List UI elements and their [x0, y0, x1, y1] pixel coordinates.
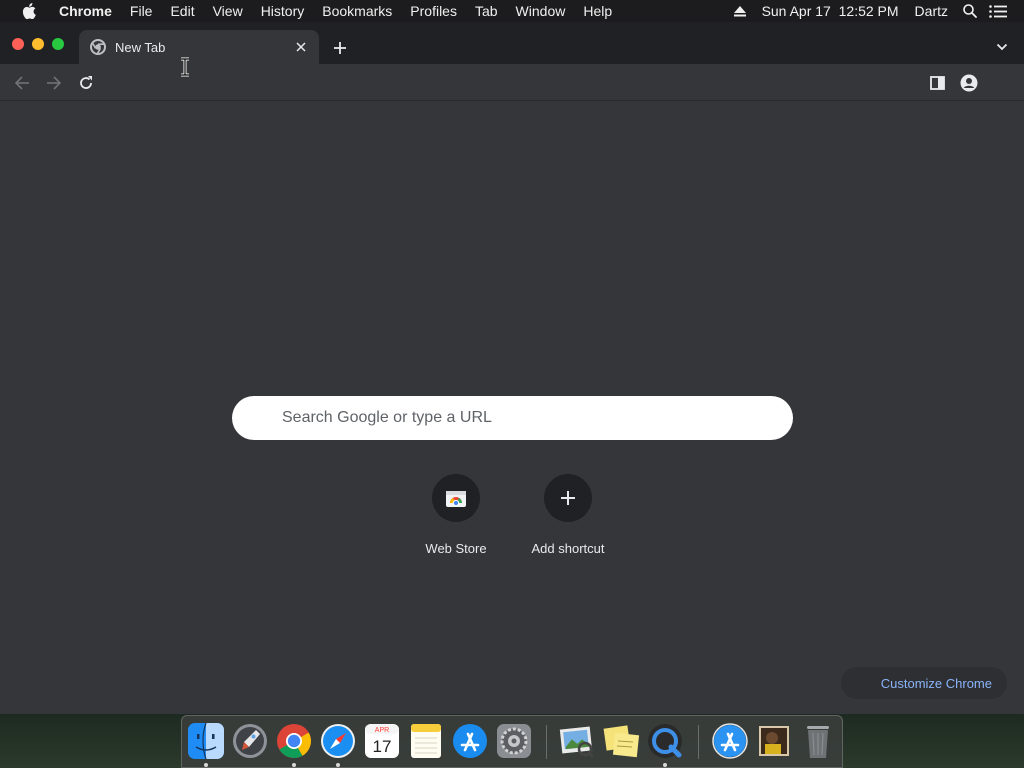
calendar-month: APR [375, 727, 389, 734]
menu-profiles[interactable]: Profiles [401, 3, 466, 19]
search-input[interactable] [282, 396, 772, 440]
chevron-down-icon [996, 43, 1008, 51]
menu-edit[interactable]: Edit [161, 3, 203, 19]
window-zoom-button[interactable] [52, 38, 64, 50]
back-button[interactable] [10, 72, 34, 94]
menu-bar: Chrome File Edit View History Bookmarks … [0, 0, 1024, 22]
customize-chrome-button[interactable]: Customize Chrome [840, 667, 1007, 699]
apple-logo-icon[interactable] [18, 3, 40, 19]
menu-window[interactable]: Window [507, 3, 575, 19]
calendar-icon[interactable]: APR 17 [363, 722, 401, 760]
downloads-stack-icon[interactable] [711, 722, 749, 760]
shortcut-tile[interactable] [544, 474, 592, 522]
menu-history[interactable]: History [252, 3, 314, 19]
plus-icon [334, 42, 346, 54]
menu-view[interactable]: View [204, 3, 252, 19]
menu-help[interactable]: Help [574, 3, 621, 19]
finder-icon[interactable] [187, 722, 225, 760]
notes-icon[interactable] [407, 722, 445, 760]
shortcut-label: Add shortcut [531, 541, 605, 556]
profile-icon [960, 74, 978, 92]
eject-icon[interactable] [726, 5, 754, 17]
window-minimize-button[interactable] [32, 38, 44, 50]
back-arrow-icon [14, 76, 29, 90]
chrome-icon [90, 39, 106, 55]
customize-chrome-label: Customize Chrome [880, 675, 992, 691]
spotlight-search-icon[interactable] [956, 4, 984, 18]
search-box[interactable] [232, 396, 793, 440]
tab-strip: New Tab [0, 22, 1024, 64]
preview-icon[interactable] [558, 722, 596, 760]
browser-toolbar [0, 64, 1024, 101]
plus-icon [561, 491, 575, 505]
menu-app-name[interactable]: Chrome [50, 3, 121, 19]
running-indicator [663, 763, 667, 767]
menubar-user[interactable]: Dartz [907, 3, 956, 19]
new-tab-page: Web Store Add shortcut Customize Chrome [0, 102, 1024, 714]
forward-arrow-icon [47, 76, 62, 90]
notification-center-icon[interactable] [984, 4, 1012, 18]
tab-title: New Tab [115, 39, 166, 55]
close-tab-icon[interactable] [292, 38, 310, 56]
dock-separator [698, 725, 699, 759]
shortcut-label: Web Store [425, 541, 487, 556]
running-indicator [204, 763, 208, 767]
launchpad-icon[interactable] [231, 722, 269, 760]
tab-search-button[interactable] [994, 39, 1010, 55]
google-chrome-icon[interactable] [275, 722, 313, 760]
profile-button[interactable] [957, 72, 981, 94]
shortcut-tile[interactable] [432, 474, 480, 522]
window-close-button[interactable] [12, 38, 24, 50]
reload-button[interactable] [74, 72, 98, 94]
tab-new-tab[interactable]: New Tab [79, 30, 319, 64]
web-store-icon [446, 491, 466, 507]
safari-icon[interactable] [319, 722, 357, 760]
shortcut-web-store[interactable]: Web Store [400, 474, 512, 556]
side-panel-icon [929, 76, 945, 90]
app-store-icon[interactable] [451, 722, 489, 760]
forward-button[interactable] [42, 72, 66, 94]
menu-file[interactable]: File [121, 3, 162, 19]
side-panel-button[interactable] [925, 72, 949, 94]
stickies-icon[interactable] [602, 722, 640, 760]
running-indicator [292, 763, 296, 767]
new-tab-button[interactable] [330, 38, 350, 58]
chrome-window: New Tab Search Google or type a URL Web … [0, 22, 1024, 714]
dock-separator [546, 725, 547, 759]
reload-icon [80, 76, 92, 89]
system-preferences-icon[interactable] [495, 722, 533, 760]
running-indicator [336, 763, 340, 767]
menu-tab[interactable]: Tab [466, 3, 507, 19]
menu-bookmarks[interactable]: Bookmarks [313, 3, 401, 19]
shortcut-add[interactable]: Add shortcut [512, 474, 624, 556]
menubar-clock[interactable]: Sun Apr 17 12:52 PM [754, 3, 907, 19]
calendar-day: 17 [373, 737, 392, 756]
dock: APR 17 [181, 715, 843, 768]
photo-stack-icon[interactable] [755, 722, 793, 760]
quicktime-player-icon[interactable] [646, 722, 684, 760]
text-cursor-icon [179, 57, 191, 77]
trash-icon[interactable] [799, 722, 837, 760]
